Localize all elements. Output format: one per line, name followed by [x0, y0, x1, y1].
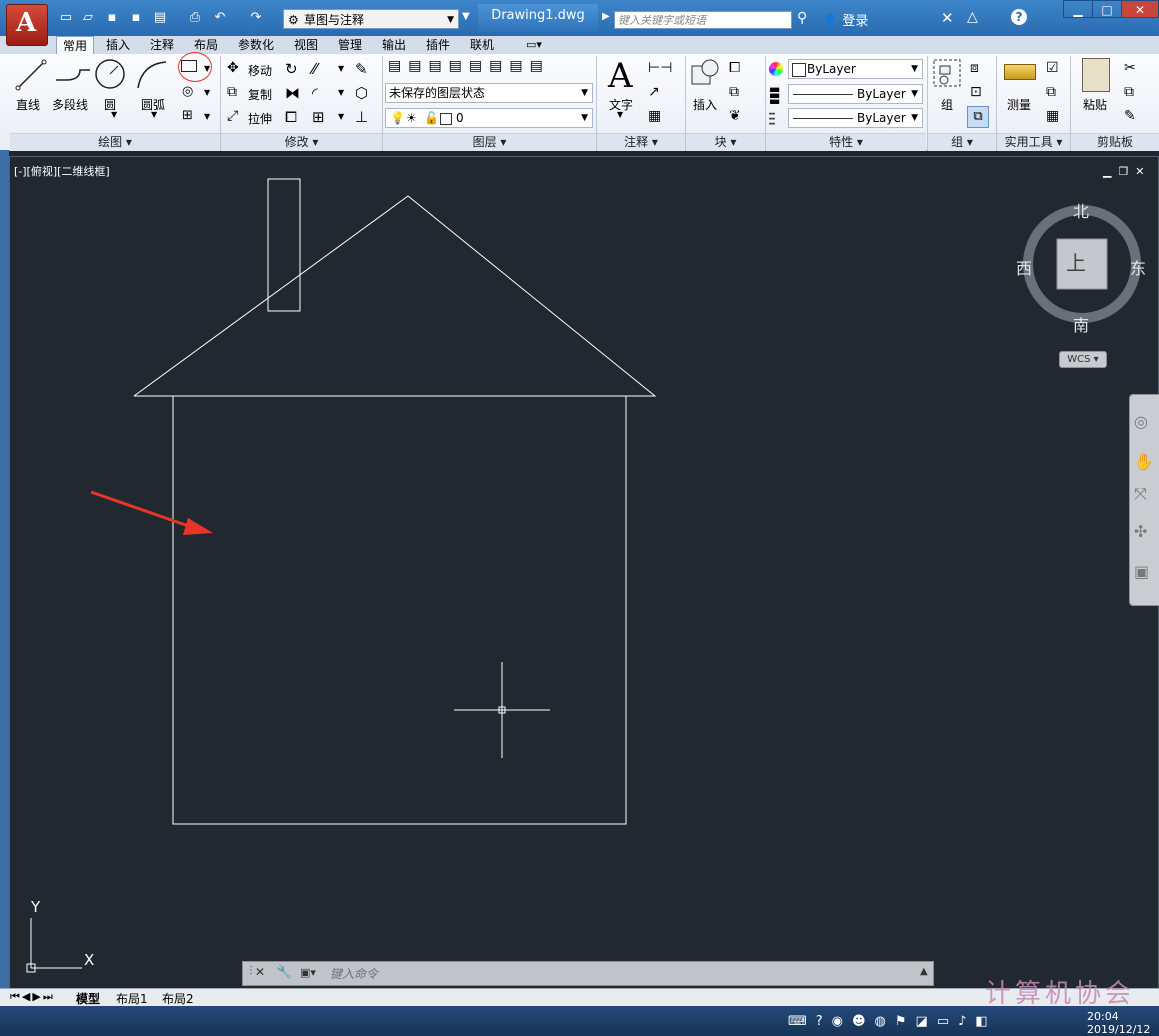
roof-triangle	[133, 195, 657, 397]
viewcube-top-label[interactable]: 上	[1066, 247, 1086, 276]
layout-nav-arrows[interactable]: ⏮◀▶⏭	[10, 990, 55, 1004]
compass-south[interactable]: 南	[1073, 312, 1089, 336]
clock-date: 2019/12/12	[1087, 1023, 1151, 1036]
wcs-menu[interactable]: WCS ▾	[1059, 351, 1107, 368]
ucs-y-label: Y	[31, 898, 41, 916]
zoom-icon[interactable]: ⤧	[1134, 484, 1147, 504]
command-input[interactable]: 键入命令	[330, 965, 378, 982]
taskbar-clock[interactable]: 20:04 2019/12/12	[1087, 1010, 1150, 1036]
compass-north[interactable]: 北	[1073, 198, 1089, 222]
tab-layout2[interactable]: 布局2	[162, 990, 194, 1007]
house-walls-rectangle	[172, 395, 627, 825]
clock-time: 20:04	[1087, 1010, 1119, 1023]
compass-east[interactable]: 东	[1130, 255, 1146, 279]
command-close-icon[interactable]: ✕	[255, 965, 265, 979]
pan-hand-icon[interactable]: ✋	[1134, 452, 1154, 471]
compass-west[interactable]: 西	[1016, 255, 1032, 279]
tab-model[interactable]: 模型	[76, 990, 100, 1007]
system-tray-icons[interactable]: ⌨?◉☻◍⚑◪▭♪◧	[788, 1014, 997, 1029]
command-prompt-icon[interactable]: ▣▾	[300, 966, 316, 979]
annotation-arrow-head	[183, 518, 213, 535]
ucs-x-label: X	[84, 951, 95, 969]
wrench-icon[interactable]: 🔧	[276, 965, 292, 980]
wcs-label: WCS	[1067, 354, 1091, 365]
application-menu-button[interactable]: A	[6, 4, 48, 46]
watermark: 计算机协会	[985, 979, 1136, 1009]
orbit-icon[interactable]: ✣	[1134, 522, 1147, 541]
tab-layout1[interactable]: 布局1	[116, 990, 148, 1007]
showmotion-icon[interactable]: ▣	[1134, 562, 1149, 581]
chimney-rectangle	[267, 178, 301, 312]
drawing-geometry	[26, 178, 1141, 973]
annotation-arrow-shaft	[90, 490, 201, 532]
autocad-logo-icon: A	[16, 8, 37, 38]
steering-wheel-icon[interactable]: ◎	[1134, 412, 1148, 431]
command-history-icon[interactable]: ▲	[920, 966, 928, 977]
